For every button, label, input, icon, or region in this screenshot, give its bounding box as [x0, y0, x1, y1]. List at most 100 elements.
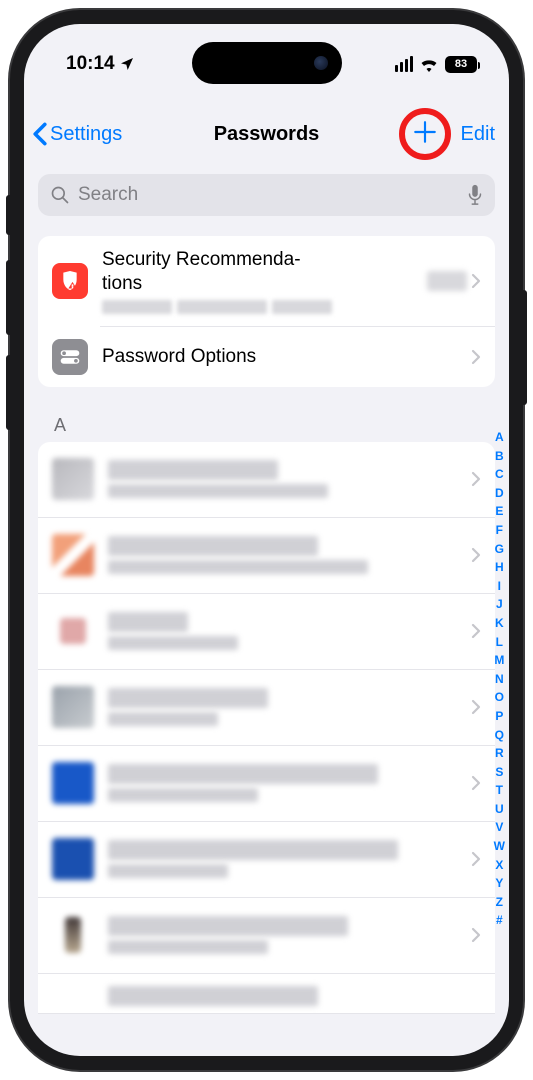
search-input[interactable] — [78, 184, 459, 206]
battery-icon: 83 — [445, 56, 477, 73]
redacted-text — [108, 560, 368, 574]
add-button[interactable] — [412, 118, 438, 150]
edit-button[interactable]: Edit — [461, 123, 495, 146]
redacted-text — [108, 940, 268, 954]
password-entry[interactable] — [38, 670, 495, 746]
chevron-right-icon — [471, 623, 481, 639]
redacted-text — [108, 612, 188, 632]
index-letter[interactable]: W — [494, 837, 505, 856]
wifi-icon — [419, 57, 439, 72]
index-letter[interactable]: O — [494, 688, 505, 707]
chevron-left-icon — [32, 122, 48, 146]
chevron-right-icon — [471, 851, 481, 867]
redacted-text — [108, 712, 218, 726]
site-favicon — [52, 838, 94, 880]
dynamic-island — [192, 42, 342, 84]
site-favicon — [52, 458, 94, 500]
index-letter[interactable]: I — [494, 577, 505, 596]
index-letter[interactable]: H — [494, 558, 505, 577]
site-favicon — [65, 917, 81, 953]
password-options-row[interactable]: Password Options — [100, 326, 495, 387]
index-letter[interactable]: M — [494, 651, 505, 670]
volume-down-button — [6, 355, 12, 430]
mic-icon[interactable] — [467, 184, 483, 206]
shield-alert-icon — [52, 263, 88, 299]
redacted-text — [108, 986, 318, 1006]
location-icon — [119, 56, 135, 72]
redacted-text — [108, 636, 238, 650]
security-recommendations-row[interactable]: Security Recommenda- tions — [38, 236, 495, 326]
chevron-right-icon — [471, 699, 481, 715]
options-card: Security Recommenda- tions — [38, 236, 495, 387]
password-entry[interactable] — [38, 898, 495, 974]
index-letter[interactable]: Y — [494, 874, 505, 893]
plus-icon — [412, 119, 438, 145]
site-favicon — [52, 686, 94, 728]
phone-frame: 10:14 83 Settings Passwords — [10, 10, 523, 1070]
chevron-right-icon — [471, 471, 481, 487]
annotation-circle — [399, 108, 451, 160]
index-letter[interactable]: T — [494, 781, 505, 800]
redacted-text — [272, 300, 332, 314]
password-list — [38, 442, 495, 1014]
index-letter[interactable]: U — [494, 800, 505, 819]
password-entry[interactable] — [38, 974, 495, 1014]
volume-up-button — [6, 260, 12, 335]
site-favicon — [60, 618, 86, 644]
index-letter[interactable]: N — [494, 670, 505, 689]
index-letter[interactable]: D — [494, 484, 505, 503]
site-favicon — [52, 534, 94, 576]
index-letter[interactable]: X — [494, 856, 505, 875]
redacted-text — [108, 840, 398, 860]
back-label: Settings — [50, 123, 122, 146]
redacted-text — [108, 864, 228, 878]
redacted-text — [108, 484, 328, 498]
alphabet-index[interactable]: ABCDEFGHIJKLMNOPQRSTUVWXYZ# — [494, 428, 505, 930]
index-letter[interactable]: V — [494, 818, 505, 837]
password-entry[interactable] — [38, 442, 495, 518]
search-icon — [50, 185, 70, 205]
redacted-text — [108, 788, 258, 802]
ringer-switch — [6, 195, 12, 235]
index-letter[interactable]: E — [494, 502, 505, 521]
password-entry[interactable] — [38, 822, 495, 898]
index-letter[interactable]: L — [494, 633, 505, 652]
site-favicon — [52, 762, 94, 804]
redacted-count — [427, 271, 467, 291]
password-entry[interactable] — [38, 518, 495, 594]
chevron-right-icon — [471, 349, 481, 365]
chevron-right-icon — [471, 927, 481, 943]
index-letter[interactable]: Q — [494, 726, 505, 745]
front-camera — [314, 56, 328, 70]
index-letter[interactable]: K — [494, 614, 505, 633]
back-button[interactable]: Settings — [32, 122, 122, 146]
redacted-text — [108, 916, 348, 936]
redacted-text — [108, 536, 318, 556]
index-letter[interactable]: # — [494, 911, 505, 930]
security-recommendations-label: Security Recommenda- tions — [102, 248, 413, 296]
password-entry[interactable] — [38, 746, 495, 822]
redacted-text — [108, 688, 268, 708]
password-entry[interactable] — [38, 594, 495, 670]
index-letter[interactable]: F — [494, 521, 505, 540]
nav-header: Settings Passwords Edit — [24, 98, 509, 168]
cell-signal-icon — [395, 56, 414, 72]
chevron-right-icon — [471, 273, 481, 289]
section-header-a: A — [24, 387, 509, 442]
toggles-icon — [52, 339, 88, 375]
redacted-text — [108, 460, 278, 480]
index-letter[interactable]: G — [494, 540, 505, 559]
index-letter[interactable]: S — [494, 763, 505, 782]
index-letter[interactable]: C — [494, 465, 505, 484]
power-button — [521, 290, 527, 405]
index-letter[interactable]: R — [494, 744, 505, 763]
chevron-right-icon — [471, 547, 481, 563]
index-letter[interactable]: J — [494, 595, 505, 614]
redacted-text — [108, 764, 378, 784]
search-field[interactable] — [38, 174, 495, 216]
screen: 10:14 83 Settings Passwords — [24, 24, 509, 1056]
index-letter[interactable]: Z — [494, 893, 505, 912]
index-letter[interactable]: B — [494, 447, 505, 466]
index-letter[interactable]: P — [494, 707, 505, 726]
index-letter[interactable]: A — [494, 428, 505, 447]
